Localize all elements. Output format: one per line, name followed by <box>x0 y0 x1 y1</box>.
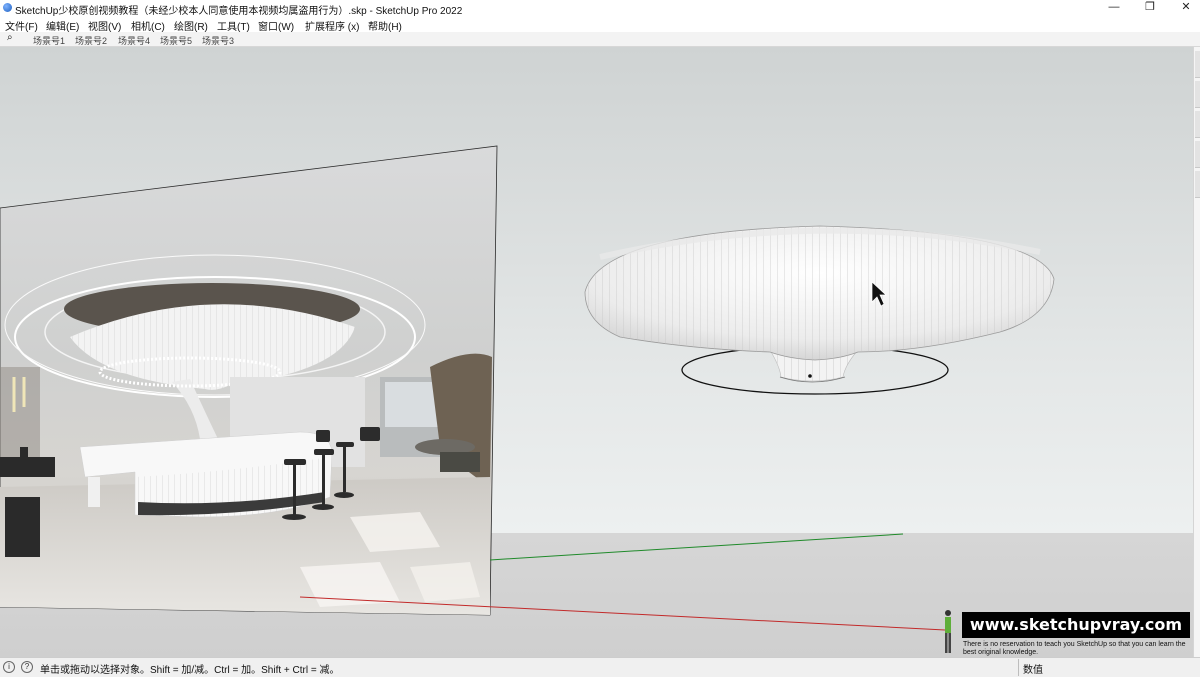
mushroom-ceiling-model[interactable] <box>584 225 1055 395</box>
status-bar: i ? 单击或拖动以选择对象。Shift = 加/减。Ctrl = 加。Shif… <box>0 657 1200 677</box>
menu-tools[interactable]: 工具(T) <box>217 18 250 33</box>
minimize-button[interactable]: — <box>1096 0 1132 16</box>
info-icon[interactable]: i <box>3 661 15 673</box>
scene-tab-3[interactable]: 场景号3 <box>202 34 234 47</box>
menu-camera[interactable]: 相机(C) <box>131 18 165 33</box>
menu-window[interactable]: 窗口(W) <box>258 18 294 33</box>
green-axis <box>489 533 904 561</box>
menu-draw[interactable]: 绘图(R) <box>174 18 208 33</box>
watermark-tagline: There is no reservation to teach you Ske… <box>963 641 1186 656</box>
tray-tab-2[interactable] <box>1195 81 1200 108</box>
maximize-button[interactable]: ❐ <box>1132 0 1168 16</box>
title-bar: SketchUp少校原创视频教程（未经少校本人同意使用本视频均属盗用行为）.sk… <box>0 0 1200 17</box>
menu-view[interactable]: 视图(V) <box>88 18 121 33</box>
status-message: 单击或拖动以选择对象。Shift = 加/减。Ctrl = 加。Shift + … <box>40 665 340 676</box>
watermark-url: www.sketchupvray.com <box>962 612 1190 638</box>
scene-tabs-bar: ⌕ 场景号1 场景号2 场景号4 场景号5 场景号3 <box>0 32 1200 47</box>
menu-extensions[interactable]: 扩展程序 (x) <box>305 18 359 33</box>
app-icon <box>3 3 12 12</box>
scene-svg <box>0 145 1055 631</box>
reference-image[interactable] <box>0 145 498 616</box>
measurements-divider <box>1018 659 1019 676</box>
help-icon[interactable]: ? <box>21 661 33 673</box>
menu-edit[interactable]: 编辑(E) <box>46 18 79 33</box>
scene-tab-1[interactable]: 场景号1 <box>33 34 65 47</box>
close-button[interactable]: ✕ <box>1168 0 1200 16</box>
measurements-label[interactable]: 数值 <box>1023 661 1043 676</box>
menu-bar: 文件(F) 编辑(E) 视图(V) 相机(C) 绘图(R) 工具(T) 窗口(W… <box>0 16 1200 33</box>
tray-tab-3[interactable] <box>1195 111 1200 138</box>
scene-tab-4[interactable]: 场景号4 <box>118 34 150 47</box>
scale-figure <box>945 610 951 653</box>
scene-tab-5[interactable]: 场景号5 <box>160 34 192 47</box>
menu-help[interactable]: 帮助(H) <box>368 18 402 33</box>
tray-tab-1[interactable] <box>1195 51 1200 78</box>
default-tray <box>1193 47 1200 657</box>
scene-tab-2[interactable]: 场景号2 <box>75 34 107 47</box>
menu-file[interactable]: 文件(F) <box>5 18 38 33</box>
search-icon[interactable]: ⌕ <box>7 32 13 43</box>
tray-tab-5[interactable] <box>1195 171 1200 198</box>
window-title: SketchUp少校原创视频教程（未经少校本人同意使用本视频均属盗用行为）.sk… <box>15 6 463 17</box>
tray-tab-4[interactable] <box>1195 141 1200 168</box>
modeling-viewport[interactable] <box>0 47 1193 657</box>
